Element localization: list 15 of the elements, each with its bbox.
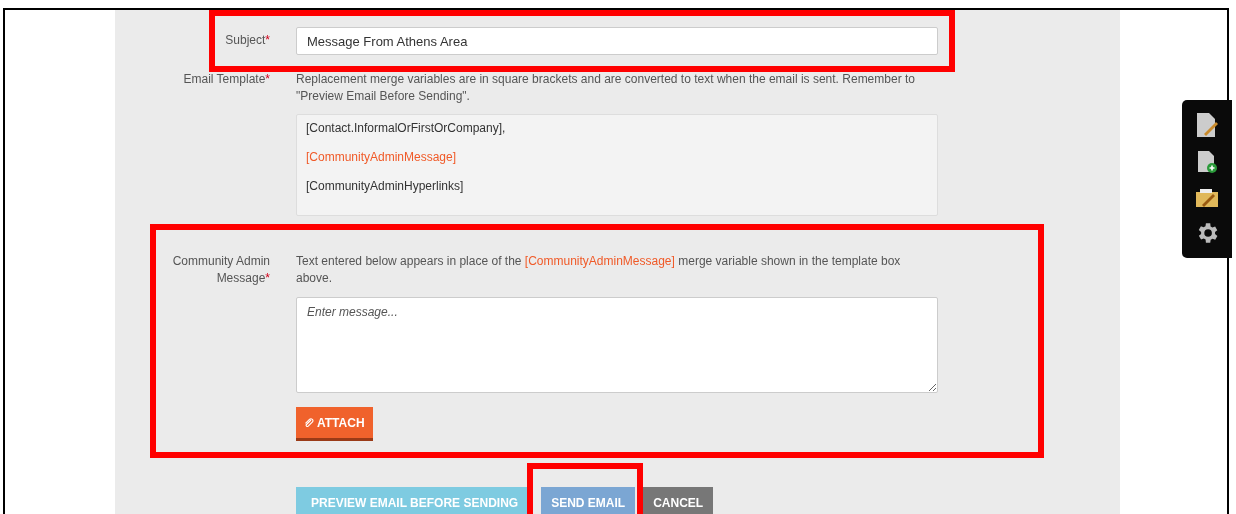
send-button[interactable]: SEND EMAIL (541, 487, 636, 514)
page-pencil-icon[interactable] (1195, 112, 1219, 138)
template-field[interactable]: [Contact.InformalOrFirstOrCompany], [CommunityAdminMessage] [CommunityAdminHyperlinks] (296, 114, 938, 216)
field-label: Subject* (224, 32, 270, 49)
attach-button[interactable]: ATTACH (296, 407, 373, 441)
template-help-text: Replacement merge variables are in square brackets and are converted to text when the email is sent. Remember to "Preview Email Before Sending". (296, 71, 916, 105)
paperclip-icon (304, 417, 314, 428)
folder-pencil-icon[interactable] (1195, 186, 1219, 208)
cancel-button[interactable]: CANCEL (643, 487, 714, 514)
message-help-text: Text entered below appears in place of the [CommunityAdminMessage] merge variable shown in the template box above. (296, 253, 902, 287)
page-plus-icon[interactable] (1196, 150, 1218, 174)
subject-field[interactable]: Message From Athens Area (296, 27, 938, 55)
field-label: Community Admin Message* (171, 253, 270, 287)
message-field[interactable]: Enter message... (296, 297, 938, 393)
field-label: Email Template* (182, 71, 270, 88)
